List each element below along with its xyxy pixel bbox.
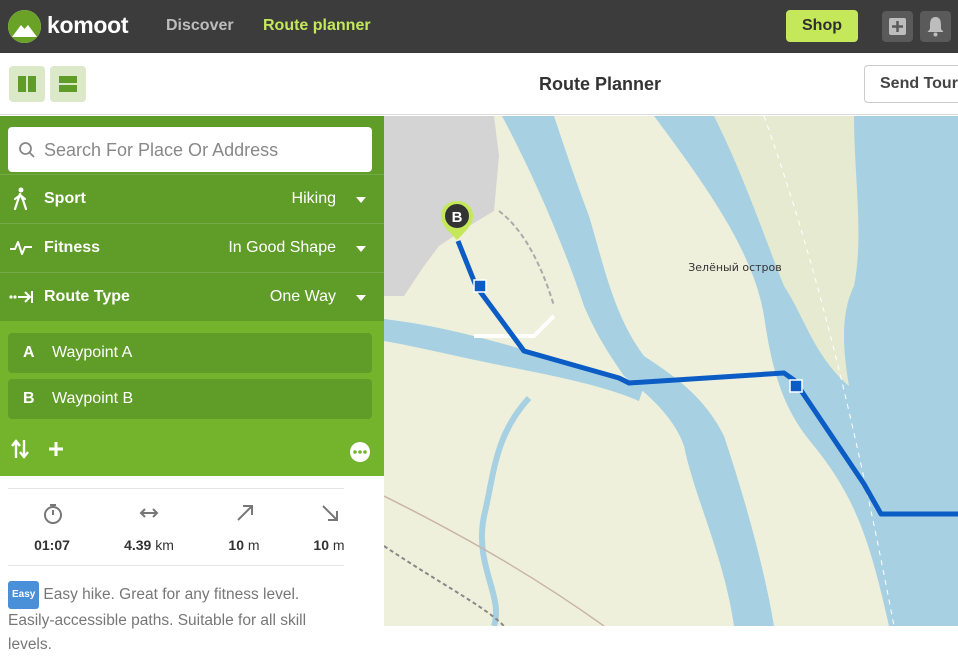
duration-value: 01:07	[34, 537, 70, 553]
downhill-value: 10 m	[313, 537, 345, 553]
downhill-icon	[322, 505, 338, 521]
search-placeholder: Search For Place Or Address	[44, 140, 279, 160]
fitness-label: Fitness	[44, 239, 101, 256]
split-view-button[interactable]	[9, 66, 45, 102]
distance-value: 4.39 km	[124, 537, 174, 553]
uphill-stat: 10 m	[202, 489, 286, 567]
downhill-stat: 10 m	[287, 489, 371, 567]
waypoint-label: Waypoint B	[52, 390, 134, 407]
send-tour-button[interactable]: Send Tour	[864, 65, 958, 103]
search-icon	[19, 142, 35, 158]
route-direction-marker	[789, 379, 803, 393]
top-bar: komoot Discover Route planner Shop	[0, 0, 958, 53]
more-options-icon[interactable]	[349, 441, 371, 463]
distance-icon	[139, 508, 159, 518]
map-canvas[interactable]: B Зелёный остров	[384, 116, 958, 626]
chevron-down-icon	[356, 295, 366, 301]
search-input[interactable]: Search For Place Or Address	[8, 127, 372, 172]
waypoints-section: A Waypoint A B Waypoint B	[0, 321, 384, 476]
route-type-value: One Way	[269, 288, 336, 305]
planner-settings: Search For Place Or Address Sport Hiking…	[0, 116, 384, 321]
uphill-value: 10 m	[228, 537, 260, 553]
place-label: Зелёный остров	[688, 261, 782, 274]
plus-icon[interactable]	[882, 11, 913, 42]
shop-button[interactable]: Shop	[786, 10, 858, 42]
logo-text[interactable]: komoot	[47, 12, 129, 39]
stacked-view-icon	[59, 76, 77, 92]
route-map[interactable]: B Зелёный остров	[384, 116, 958, 626]
split-view-icon	[18, 76, 36, 92]
stopwatch-icon	[44, 504, 62, 524]
chevron-down-icon	[356, 246, 366, 252]
fitness-value: In Good Shape	[228, 239, 336, 256]
hiker-icon	[13, 187, 28, 211]
route-direction-marker	[473, 279, 487, 293]
page-title: Route Planner	[538, 74, 662, 94]
waypoint-item[interactable]: B Waypoint B	[8, 379, 372, 419]
route-type-label: Route Type	[44, 288, 130, 305]
stacked-view-button[interactable]	[50, 66, 86, 102]
pulse-icon	[10, 241, 32, 255]
planner-panel: Search For Place Or Address Sport Hiking…	[0, 116, 384, 653]
arrow-to-line-icon	[9, 291, 33, 303]
uphill-icon	[237, 505, 253, 521]
tour-stats: 01:07 4.39 km 10 m 10 m	[8, 488, 345, 567]
waypoint-letter: A	[23, 344, 35, 361]
bell-icon[interactable]	[920, 11, 951, 42]
komoot-logo-icon[interactable]	[8, 10, 41, 43]
sport-selector[interactable]: Sport Hiking	[0, 174, 384, 223]
duration-stat: 01:07	[10, 489, 94, 567]
difficulty-badge: Easy	[8, 581, 40, 609]
sport-label: Sport	[44, 190, 86, 207]
marker-letter: B	[452, 209, 463, 226]
distance-stat: 4.39 km	[107, 489, 191, 567]
difficulty-description: Easy Easy hike. Great for any fitness lev…	[8, 581, 348, 657]
waypoint-label: Waypoint A	[52, 344, 133, 361]
fitness-selector[interactable]: Fitness In Good Shape	[0, 223, 384, 272]
chevron-down-icon	[356, 197, 366, 203]
route-type-selector[interactable]: Route Type One Way	[0, 272, 384, 321]
nav-route-planner[interactable]: Route planner	[263, 17, 371, 35]
route-toolbar: Route Planner Send Tour	[0, 53, 958, 115]
difficulty-text: Easy hike. Great for any fitness level. …	[8, 586, 307, 653]
add-waypoint-icon[interactable]	[47, 440, 65, 458]
waypoint-letter: B	[23, 390, 35, 407]
nav-discover[interactable]: Discover	[166, 17, 234, 35]
sport-value: Hiking	[291, 190, 336, 207]
reverse-route-icon[interactable]	[10, 438, 30, 460]
waypoint-item[interactable]: A Waypoint A	[8, 333, 372, 373]
